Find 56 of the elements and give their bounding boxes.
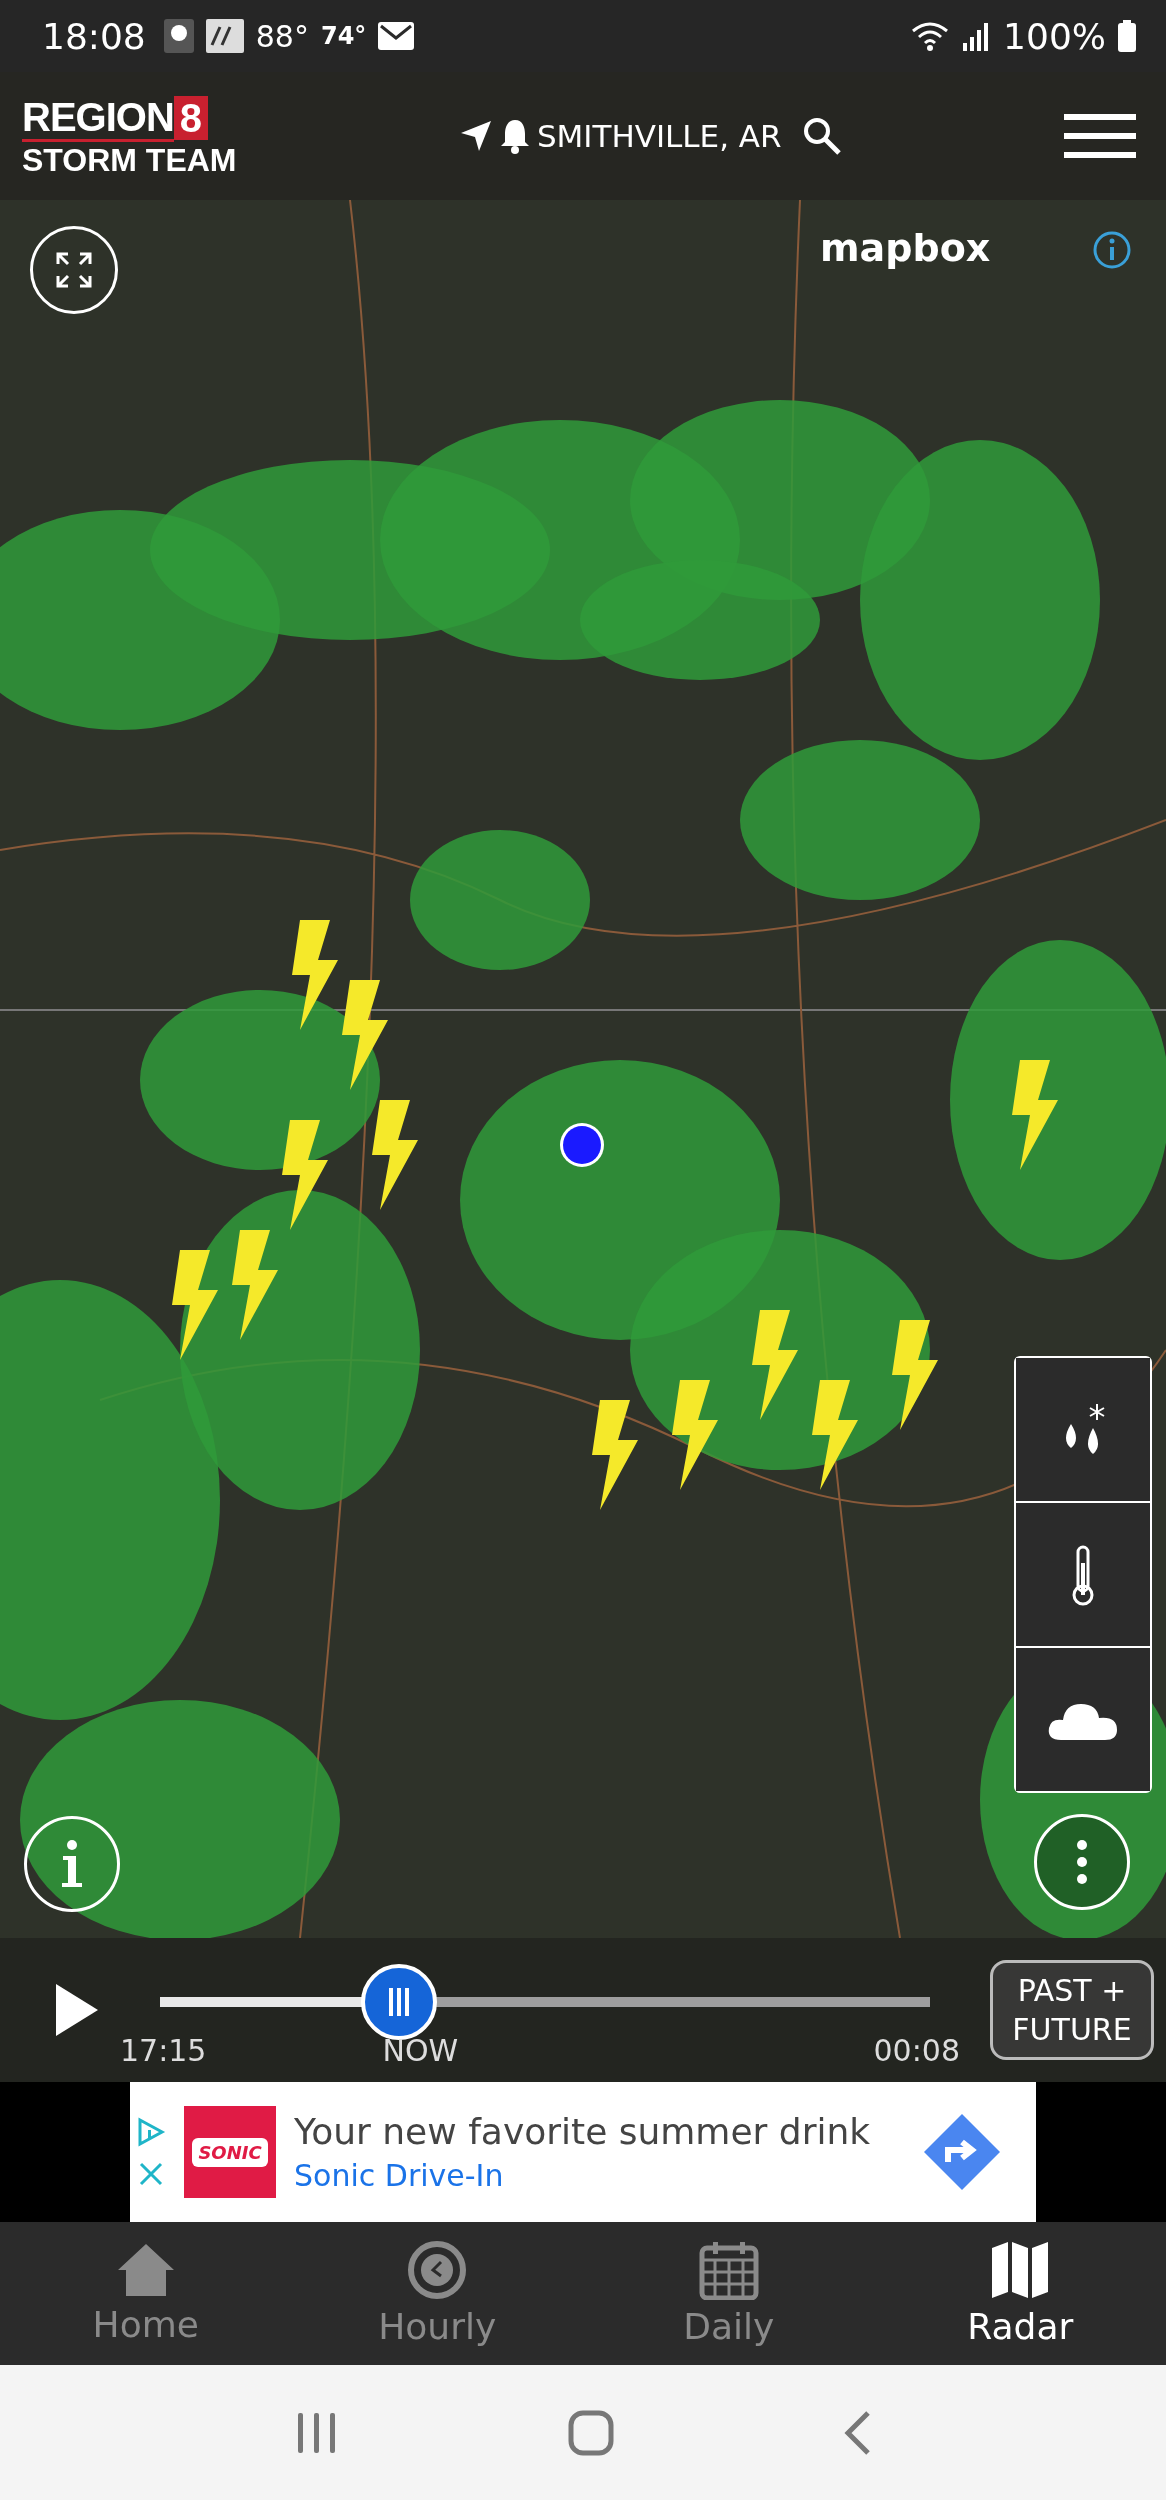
nav-tab[interactable]: Home: [0, 2222, 292, 2365]
lightning-icon: [172, 1250, 218, 1360]
map-attribution[interactable]: mapbox: [820, 226, 991, 270]
nav-tab[interactable]: Hourly: [291, 2222, 583, 2365]
home-button-icon[interactable]: [567, 2408, 615, 2457]
mail-icon: [378, 22, 415, 50]
time-label: 00:08: [873, 2032, 960, 2068]
play-icon[interactable]: [54, 1982, 100, 2038]
radar-map-drawing[interactable]: [0, 200, 1166, 1938]
lightning-icon: [372, 1100, 418, 1210]
legend-button[interactable]: [24, 1816, 120, 1912]
past-future-button[interactable]: PAST + FUTURE: [990, 1960, 1154, 2060]
app-notification-icon: [163, 19, 194, 53]
ad-headline: Your new favorite summer drink: [294, 2111, 872, 2152]
now-label: NOW: [382, 2032, 459, 2068]
location-name[interactable]: SMITHVILLE, AR: [536, 118, 782, 154]
layer-button[interactable]: [1016, 1648, 1150, 1791]
logo-text: SONIC: [192, 2137, 268, 2167]
nav-tab[interactable]: Daily: [583, 2222, 875, 2365]
battery-icon: [1118, 20, 1136, 52]
lightning-icon: [232, 1230, 278, 1340]
lightning-icon: [752, 1310, 798, 1420]
fullscreen-button[interactable]: [30, 226, 118, 314]
status-time: 18:08: [42, 15, 146, 57]
status-temperature: 88°: [255, 18, 309, 54]
app-notification-icon: [205, 19, 244, 53]
location-dot: [558, 1121, 606, 1169]
lightning-icon: [282, 1120, 328, 1230]
lightning-icon: [672, 1380, 718, 1490]
back-icon[interactable]: [842, 2408, 873, 2457]
lightning-icon: [592, 1400, 638, 1510]
lightning-icon: [342, 980, 388, 1090]
map-icon: [990, 2240, 1051, 2300]
time-label: 17:15: [120, 2032, 207, 2068]
battery-percent: 100%: [1003, 15, 1106, 57]
logo-badge: 8: [173, 96, 209, 140]
nav-tab[interactable]: Radar: [874, 2222, 1166, 2365]
search-icon[interactable]: [801, 116, 842, 156]
layer-button[interactable]: [1016, 1358, 1150, 1501]
menu-icon[interactable]: [1064, 112, 1136, 160]
logo-text: STORM TEAM: [22, 141, 237, 178]
wifi-icon: [911, 21, 950, 51]
directions-icon[interactable]: [922, 2112, 1002, 2192]
lightning-icon: [292, 920, 338, 1030]
advertiser-name: Sonic Drive-In: [294, 2158, 505, 2193]
status-temperature: 74°: [320, 22, 367, 50]
ad-banner[interactable]: SONIC Your new favorite summer drink Sonic Drive-In: [130, 2082, 1036, 2222]
expand-icon: [54, 250, 94, 290]
lightning-icon: [812, 1380, 858, 1490]
more-icon: [1076, 1839, 1088, 1885]
lightning-icon: [892, 1320, 938, 1430]
layer-button[interactable]: [1016, 1503, 1150, 1646]
calendar-icon: [698, 2240, 759, 2300]
clock-icon: [407, 2240, 468, 2300]
lightning-icon: [1012, 1060, 1058, 1170]
info-icon[interactable]: [1092, 230, 1132, 270]
